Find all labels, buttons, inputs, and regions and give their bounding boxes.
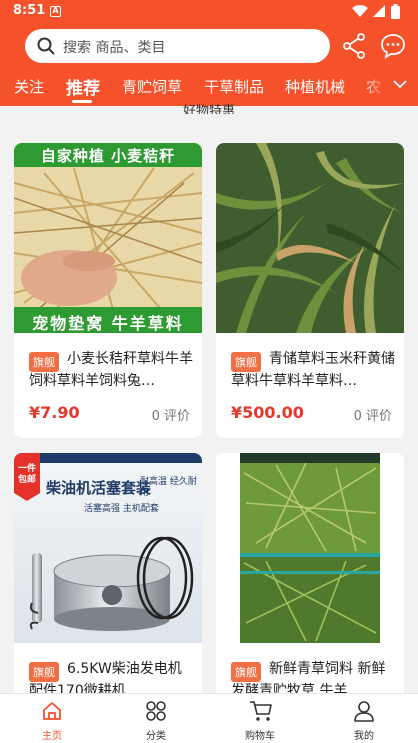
battery-icon	[391, 4, 400, 19]
wifi-icon	[352, 5, 368, 17]
nav-label: 分类	[146, 731, 166, 742]
tab-hay-products[interactable]: 干草制品	[204, 76, 264, 97]
cart-icon	[250, 701, 272, 721]
status-bar: 8:51 A	[0, 0, 418, 24]
review-count: 0 评价	[353, 409, 392, 424]
banner-top-text: 自家种植 小麦秸秆	[40, 147, 176, 165]
product-card[interactable]: 自家种植 小麦秸秆 宠物垫窝 牛羊草料 旗舰 小麦长秸秆草料牛羊饲料草料羊饲料兔…	[14, 143, 202, 438]
promo-sub-2: 耐高温 经久耐用	[140, 477, 197, 498]
section-title: 好物特惠	[182, 104, 235, 114]
home-icon	[43, 702, 61, 720]
nav-home[interactable]: 主页	[0, 694, 104, 743]
product-card[interactable]: 旗舰 新鲜青草饲料 新鲜发酵青贮牧草 牛羊…	[216, 453, 404, 713]
nav-label: 我的	[354, 731, 374, 742]
nav-label: 购物车	[245, 731, 275, 742]
promo-headline: 柴油机活塞套装	[46, 479, 152, 497]
chevron-down-icon[interactable]	[392, 78, 408, 90]
tab-recommend[interactable]: 推荐	[66, 74, 100, 99]
product-image: 一件包邮 柴油机活塞套装 活塞高强 主机配套 耐高温 经久耐用	[14, 453, 202, 643]
product-image: 自家种植 小麦秸秆 宠物垫窝 牛羊草料	[14, 143, 202, 333]
top-header: 8:51 A 搜索 商品、类目 关注 推荐 青贮饲草 干草制品 种植机械 农	[0, 0, 418, 106]
product-title: 青储草料玉米秆黄储草料牛草料羊草料…	[231, 351, 395, 389]
signal-icon	[373, 5, 385, 17]
product-price: ¥500.00	[231, 403, 304, 422]
search-input[interactable]: 搜索 商品、类目	[25, 29, 330, 63]
promo-sub-1: 活塞高强 主机配套	[84, 504, 159, 514]
product-price: ¥7.90	[29, 403, 80, 422]
nav-cart[interactable]: 购物车	[208, 694, 312, 743]
nav-category[interactable]: 分类	[104, 694, 208, 743]
nav-profile[interactable]: 我的	[312, 694, 416, 743]
product-image	[216, 143, 404, 333]
review-count: 0 评价	[151, 409, 190, 424]
search-icon	[37, 37, 55, 55]
promo-tag: 一件包邮	[17, 464, 36, 485]
profile-icon	[354, 701, 374, 722]
search-placeholder: 搜索 商品、类目	[63, 40, 166, 56]
tab-planting-machinery[interactable]: 种植机械	[285, 76, 345, 97]
share-icon[interactable]	[342, 33, 366, 59]
banner-bottom-text: 宠物垫窝 牛羊草料	[32, 314, 184, 333]
product-card[interactable]: 旗舰 青储草料玉米秆黄储草料牛草料羊草料… ¥500.00 0 评价	[216, 143, 404, 438]
tab-silage-forage[interactable]: 青贮饲草	[122, 76, 182, 97]
notification-icon: A	[50, 6, 61, 17]
product-image	[216, 453, 404, 643]
product-card[interactable]: 一件包邮 柴油机活塞套装 活塞高强 主机配套 耐高温 经久耐用 旗舰 6.5KW…	[14, 453, 202, 713]
message-icon[interactable]	[380, 33, 406, 59]
tab-follow[interactable]: 关注	[14, 76, 44, 97]
product-title: 小麦长秸秆草料牛羊饲料草料羊饲料兔…	[29, 351, 193, 389]
nav-label: 主页	[42, 731, 62, 742]
category-icon	[146, 701, 166, 721]
status-time: 8:51	[13, 3, 46, 18]
bottom-navigation: 主页 分类 购物车 我的	[0, 693, 418, 743]
